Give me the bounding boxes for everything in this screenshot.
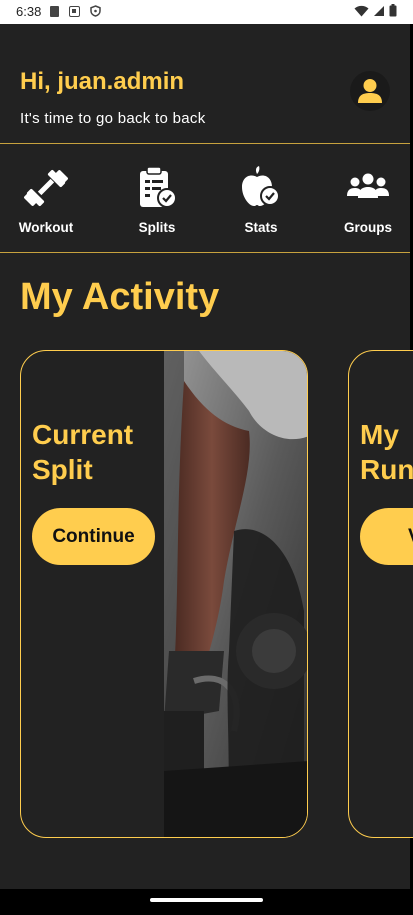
system-nav-bar — [0, 889, 413, 915]
system-icons — [354, 4, 397, 17]
home-gesture-handle[interactable] — [150, 898, 263, 902]
card-title-line: Run — [360, 454, 413, 485]
card-title-line: Current — [32, 419, 134, 450]
greeting-title: Hi, juan.admin — [20, 68, 185, 95]
nav-divider — [0, 252, 410, 253]
card-title-line: My — [360, 419, 399, 450]
nav-groups-label: Groups — [343, 220, 392, 235]
nav-workout-label: Workout — [18, 220, 74, 235]
shield-icon — [90, 5, 101, 17]
signal-icon — [374, 5, 384, 16]
wifi-icon — [354, 5, 369, 16]
app-screen: 6:38 Hi, juan.admin It's time to go back — [0, 0, 413, 915]
continue-button[interactable]: Continue — [32, 508, 155, 565]
profile-avatar-button[interactable] — [350, 71, 390, 111]
nav-splits-label: Splits — [138, 220, 176, 235]
card-title: My Run — [360, 417, 413, 487]
group-icon — [344, 164, 392, 212]
view-button[interactable]: V — [360, 508, 413, 565]
sd-card-icon — [50, 5, 59, 17]
nav-workout[interactable]: Workout — [6, 164, 86, 244]
clipboard-check-icon — [133, 164, 181, 212]
battery-icon — [389, 4, 397, 17]
nav-splits[interactable]: Splits — [117, 164, 197, 244]
nav-stats[interactable]: Stats — [221, 164, 301, 244]
workout-photo — [164, 351, 307, 837]
notification-icons — [50, 5, 101, 17]
apple-check-icon — [237, 164, 285, 212]
status-time: 6:38 — [16, 4, 42, 19]
my-run-card[interactable]: My Run V — [348, 350, 413, 838]
nav-groups[interactable]: Groups — [328, 164, 408, 244]
current-split-card[interactable]: Current Split Continue — [20, 350, 308, 838]
greeting-subtitle: It's time to go back to back — [20, 110, 206, 127]
app-notification-icon — [69, 5, 80, 17]
dumbbell-icon — [22, 164, 70, 212]
header-divider — [0, 143, 410, 144]
person-icon — [358, 79, 382, 103]
nav-stats-label: Stats — [244, 220, 278, 235]
card-title: Current Split — [32, 417, 133, 487]
status-bar: 6:38 — [0, 0, 413, 24]
card-title-line: Split — [32, 454, 93, 485]
section-title: My Activity — [20, 276, 220, 318]
